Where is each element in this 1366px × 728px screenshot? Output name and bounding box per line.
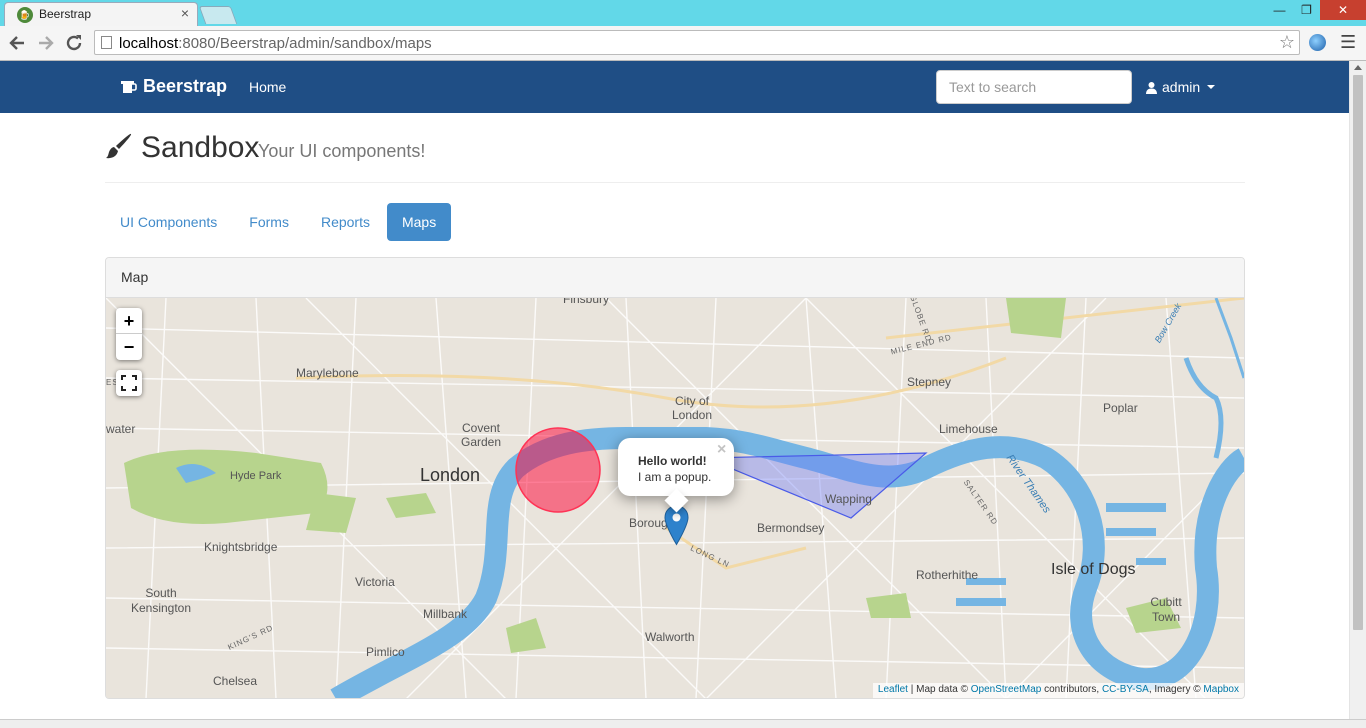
map-label-london: London [420,465,481,485]
map-panel: Map Marylebone Finsbury City of London C… [105,257,1245,699]
url-text: localhost:8080/Beerstrap/admin/sandbox/m… [119,35,432,52]
scroll-up-arrow-icon[interactable] [1354,65,1362,70]
map-label-city-of-london: City of London [671,394,713,422]
attribution-text: contributors, [1041,684,1102,695]
restore-button[interactable]: ❐ [1293,0,1320,20]
tab-maps[interactable]: Maps [386,203,452,241]
map-label-water: water [106,422,136,436]
reload-icon[interactable] [63,32,85,54]
mapbox-link[interactable]: Mapbox [1203,684,1239,695]
tab-title: Beerstrap [39,7,92,21]
map-label-hyde-park: Hyde Park [230,470,282,482]
user-menu-dropdown[interactable]: admin [1146,79,1216,95]
popup-text: I am a popup. [638,470,712,484]
zoom-control: + − [116,308,142,360]
leaflet-map[interactable]: Marylebone Finsbury City of London Coven… [106,298,1244,698]
tab-forms[interactable]: Forms [234,203,304,241]
paintbrush-icon [105,133,133,161]
map-label-millbank: Millbank [423,607,468,621]
scrollbar-thumb[interactable] [1353,75,1363,630]
page-viewport: Beerstrap Home admin Sandbox Your UI com… [0,61,1349,719]
map-label-poplar: Poplar [1103,401,1138,415]
fullscreen-icon [121,375,137,391]
map-popup: Hello world! I am a popup. × [618,438,734,513]
zoom-in-button[interactable]: + [116,308,142,334]
minimize-button[interactable]: — [1266,0,1293,20]
bookmark-star-icon[interactable]: ☆ [1279,32,1295,53]
beer-mug-icon [120,80,137,94]
fullscreen-button[interactable] [116,370,142,396]
map-label-pimlico: Pimlico [366,645,405,659]
forward-arrow-icon[interactable] [35,32,57,54]
address-bar[interactable]: localhost:8080/Beerstrap/admin/sandbox/m… [94,30,1300,55]
map-label-rotherhithe: Rotherhithe [916,568,979,582]
map-label-limehouse: Limehouse [939,422,998,436]
brand-link[interactable]: Beerstrap [120,76,227,97]
map-label-walworth: Walworth [645,630,695,644]
new-tab-button[interactable] [198,6,238,24]
tab-reports[interactable]: Reports [306,203,385,241]
map-label-wapping: Wapping [825,492,872,506]
browser-toolbar: localhost:8080/Beerstrap/admin/sandbox/m… [0,26,1366,61]
browser-statusbar [0,719,1366,728]
back-arrow-icon[interactable] [6,32,28,54]
beer-favicon-icon: 🍺 [17,7,33,23]
map-label-cubitt-town: Cubitt Town [1150,595,1182,624]
tab-ui-components[interactable]: UI Components [105,203,232,241]
user-name: admin [1162,79,1201,95]
search-input[interactable] [936,70,1132,104]
page-icon [101,36,112,49]
map-label-bermondsey: Bermondsey [757,521,825,535]
map-label-south-kensington: South Kensington [130,586,192,615]
map-label-marylebone: Marylebone [296,366,359,380]
nav-home-link[interactable]: Home [249,79,286,95]
popup-close-icon[interactable]: × [717,441,726,459]
map-label-covent-garden: Covent Garden [460,421,502,449]
page-scrollbar[interactable] [1349,61,1366,719]
cc-by-sa-link[interactable]: CC-BY-SA [1102,684,1149,695]
tab-close-icon[interactable]: × [181,5,189,21]
map-attribution: Leaflet | Map data © OpenStreetMap contr… [872,683,1244,698]
attribution-text: , Imagery © [1148,684,1204,695]
attribution-text: | Map data © [907,684,971,695]
sandbox-tabs: UI Components Forms Reports Maps [105,203,452,243]
chrome-menu-icon[interactable]: ☰ [1340,32,1356,53]
openstreetmap-link[interactable]: OpenStreetMap [971,684,1042,695]
page-subtitle: Your UI components! [258,141,426,161]
top-navbar: Beerstrap Home admin [0,61,1349,113]
globe-extension-icon[interactable] [1309,34,1326,51]
map-label-isle-of-dogs: Isle of Dogs [1051,561,1136,578]
window-close-button[interactable]: ✕ [1320,0,1366,20]
map-label-stepney: Stepney [907,375,952,389]
page-title: Sandbox [141,131,260,164]
brand-name: Beerstrap [143,76,228,96]
page-header: Sandbox Your UI components! [105,131,1245,183]
popup-title: Hello world! [638,454,707,468]
zoom-out-button[interactable]: − [116,334,142,360]
map-label-chelsea: Chelsea [213,674,258,688]
panel-heading: Map [106,258,1244,298]
chevron-down-icon [1207,85,1216,89]
leaflet-link[interactable]: Leaflet [878,684,908,695]
map-label-knightsbridge: Knightsbridge [204,540,278,554]
browser-titlebar: 🍺 Beerstrap × — ❐ ✕ [0,0,1366,26]
map-label-victoria: Victoria [355,575,395,589]
map-label-finsbury: Finsbury [563,298,610,306]
user-icon [1146,81,1157,94]
browser-tab[interactable]: 🍺 Beerstrap × [4,2,198,26]
